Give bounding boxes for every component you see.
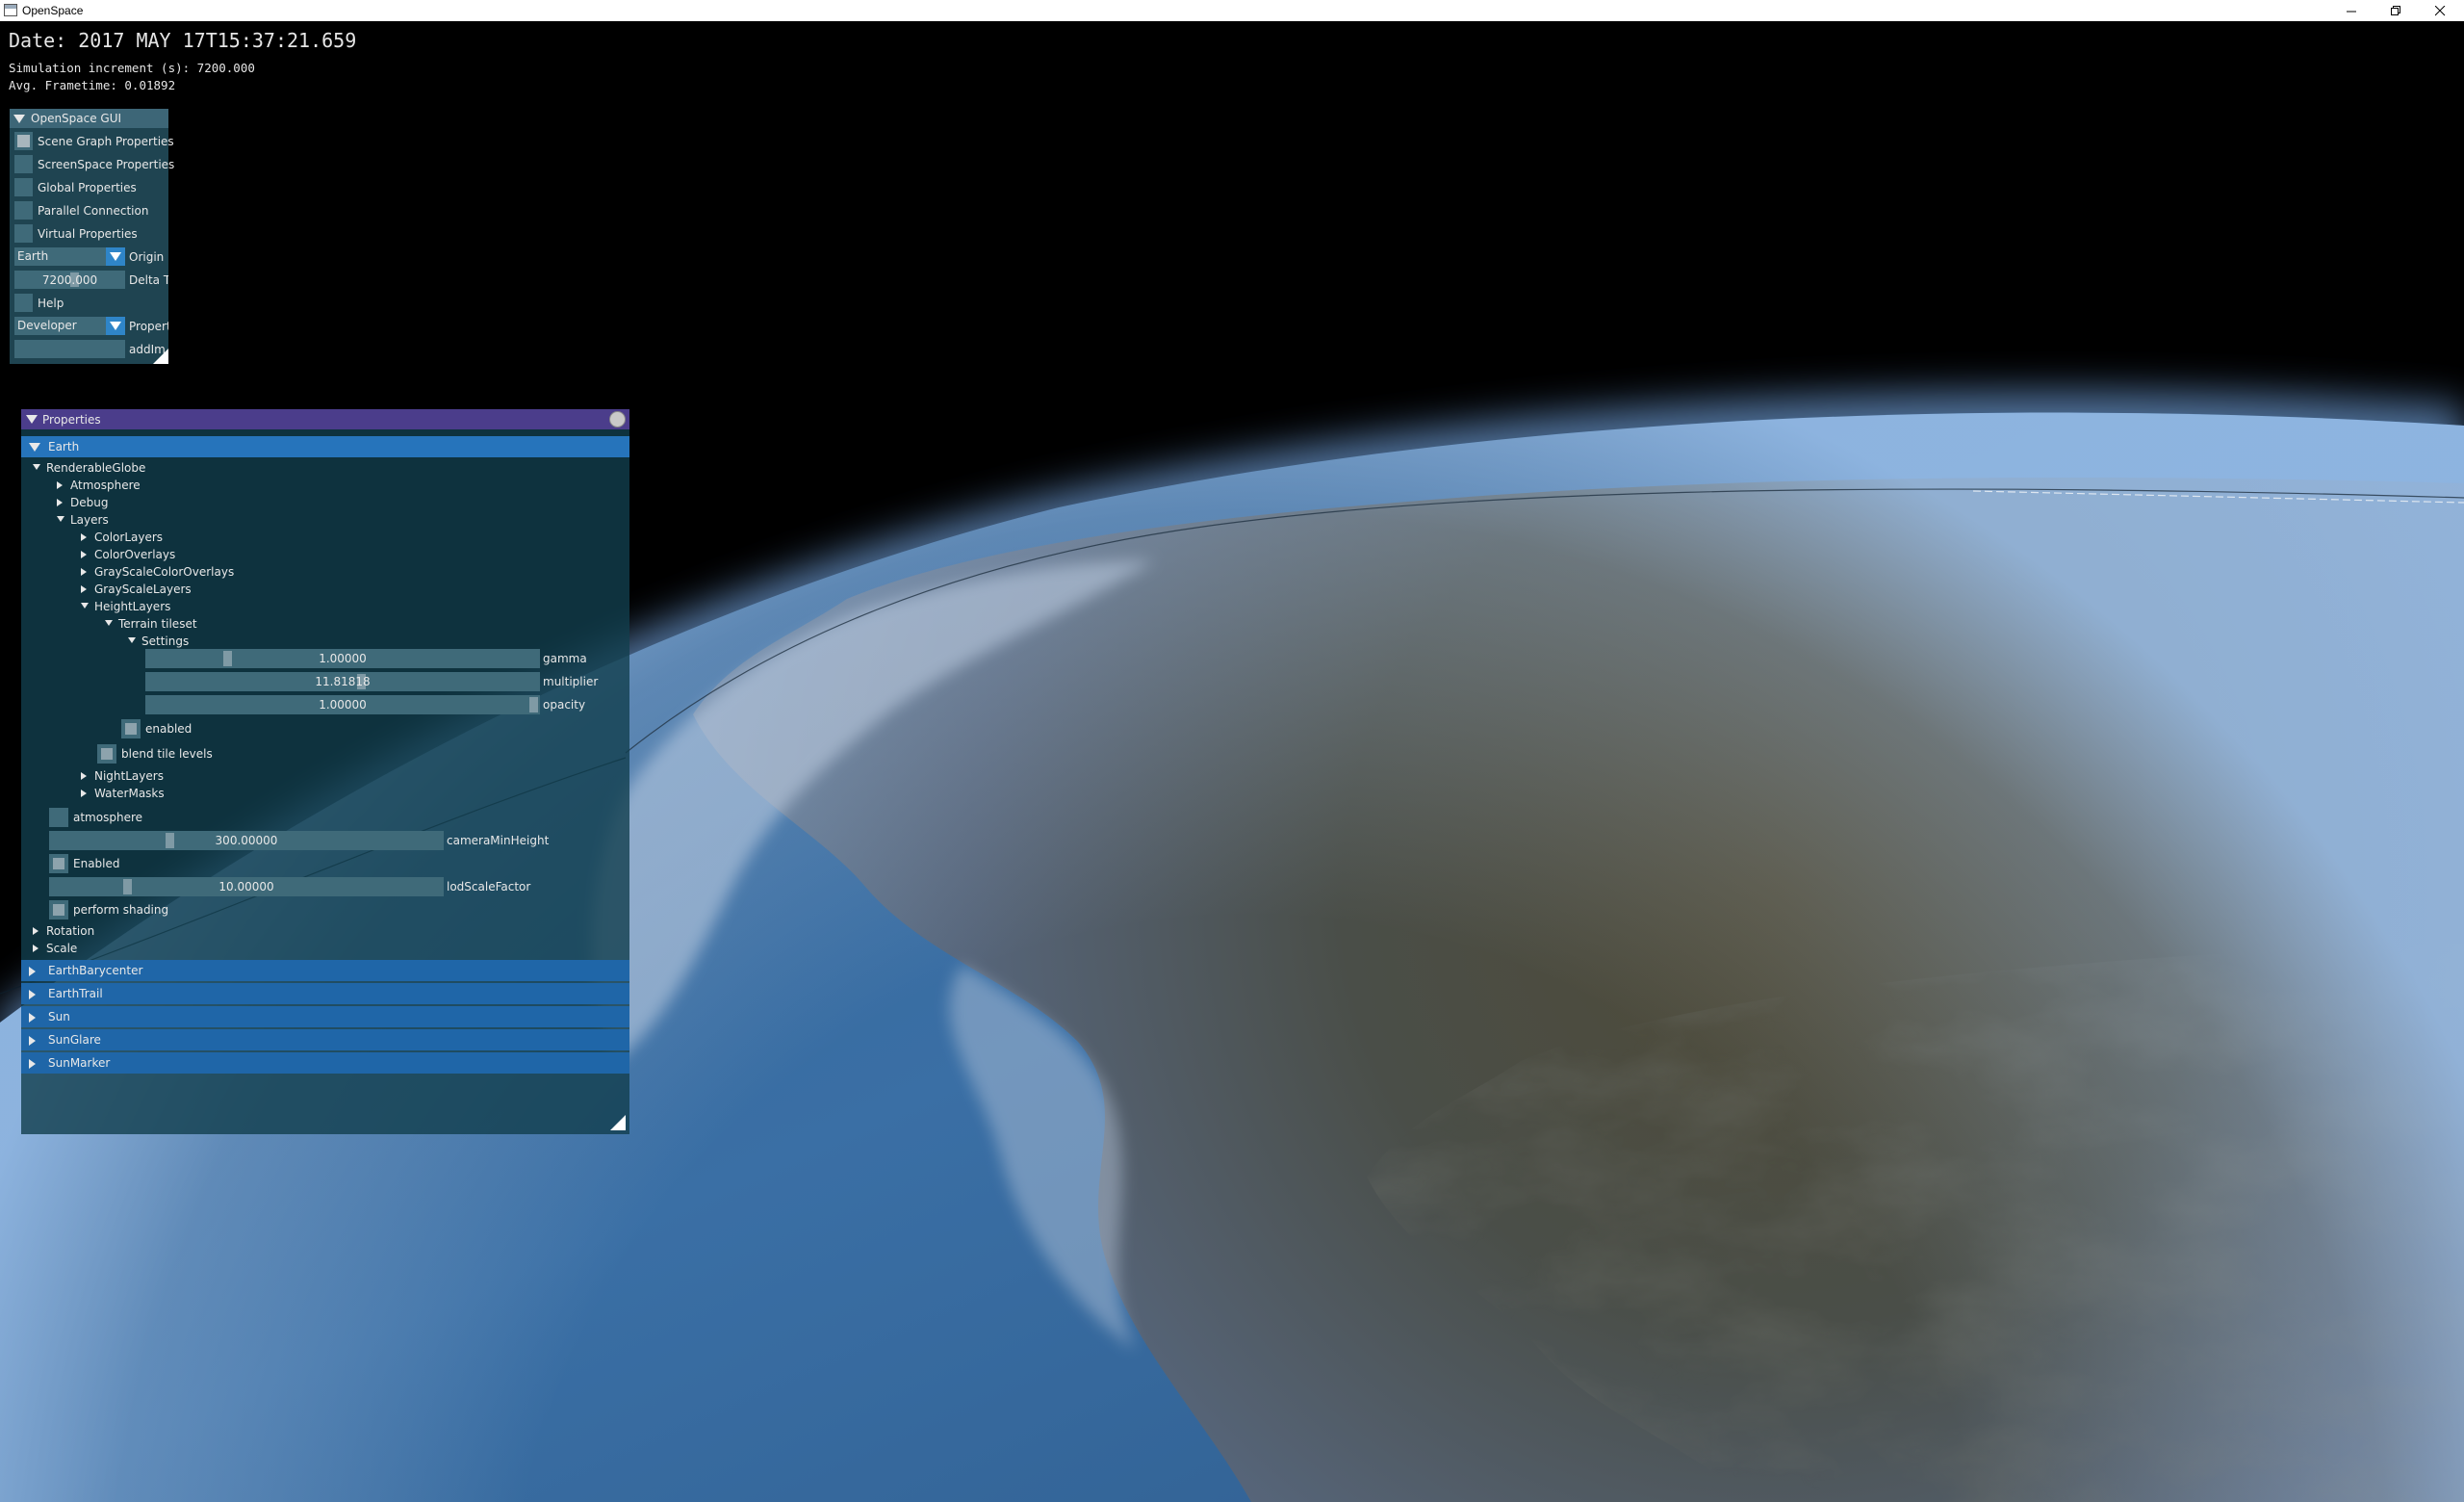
perform-shading-checkbox[interactable]: [49, 900, 68, 919]
global-properties-toggle[interactable]: Global Properties: [14, 178, 173, 197]
app-icon: [4, 4, 17, 16]
title-bar: OpenSpace: [0, 0, 2464, 21]
camera-min-height-slider[interactable]: 300.00000: [49, 831, 444, 850]
virtual-properties-toggle[interactable]: Virtual Properties: [14, 224, 173, 244]
perform-shading-label: perform shading: [73, 903, 169, 917]
avg-frametime: Avg. Frametime: 0.01892: [9, 78, 176, 92]
scene-graph-properties-checkbox[interactable]: [14, 132, 33, 150]
gamma-slider[interactable]: 1.00000: [145, 649, 540, 668]
collapsed-arrow-icon: [57, 481, 63, 489]
minimize-icon: [2346, 11, 2356, 12]
multiplier-slider[interactable]: 11.81818: [145, 672, 540, 691]
resize-grip[interactable]: [153, 349, 168, 364]
camera-min-height-label: cameraMinHeight: [447, 834, 550, 847]
screenspace-properties-toggle[interactable]: ScreenSpace Properties: [14, 155, 174, 174]
delta-time-slider[interactable]: 7200.000: [14, 271, 125, 289]
expand-arrow-icon: [105, 620, 113, 626]
collapsed-arrow-icon: [33, 945, 38, 952]
delta-time-label: Delta Tim: [129, 273, 168, 287]
header-sunmarker[interactable]: SunMarker: [21, 1052, 629, 1074]
expand-arrow-icon: [33, 464, 40, 470]
minimize-button[interactable]: [2329, 0, 2374, 21]
enabled-globe-label: Enabled: [73, 857, 120, 870]
dropdown-arrow-icon: [110, 252, 121, 261]
atmosphere-label: atmosphere: [73, 811, 142, 824]
help-checkbox[interactable]: [14, 294, 33, 312]
lod-scale-factor-slider[interactable]: 10.00000: [49, 877, 444, 896]
gamma-label: gamma: [543, 652, 587, 665]
enabled-checkbox[interactable]: [121, 719, 141, 738]
dropdown-arrow-icon: [110, 322, 121, 330]
expand-arrow-icon: [128, 637, 136, 643]
header-earth[interactable]: Earth: [21, 436, 629, 457]
expand-arrow-icon: [29, 443, 40, 452]
collapse-arrow-icon: [26, 415, 38, 424]
collapsed-arrow-icon: [81, 772, 87, 780]
expand-arrow-icon: [81, 603, 89, 609]
close-panel-button[interactable]: [609, 411, 626, 427]
screenspace-properties-checkbox[interactable]: [14, 155, 33, 173]
parallel-connection-toggle[interactable]: Parallel Connection: [14, 201, 173, 220]
enabled-label: enabled: [145, 722, 192, 736]
collapsed-arrow-icon: [81, 568, 87, 576]
header-sunglare[interactable]: SunGlare: [21, 1029, 629, 1050]
collapsed-arrow-icon: [81, 790, 87, 797]
properties-panel: Properties Earth RenderableGlobe Atmosph…: [21, 409, 629, 1134]
collapsed-arrow-icon: [29, 1036, 36, 1046]
collapsed-arrow-icon: [29, 1059, 36, 1069]
origin-label: Origin: [129, 250, 165, 264]
properties-title-bar[interactable]: Properties: [21, 409, 629, 429]
collapsed-arrow-icon: [29, 990, 36, 999]
enabled-globe-checkbox[interactable]: [49, 854, 68, 873]
scene-graph-properties-toggle[interactable]: Scene Graph Properties: [14, 132, 174, 151]
multiplier-label: multiplier: [543, 675, 599, 688]
header-earthbarycenter[interactable]: EarthBarycenter: [21, 960, 629, 981]
global-properties-checkbox[interactable]: [14, 178, 33, 196]
openspace-gui-title: OpenSpace GUI: [31, 112, 122, 125]
parallel-connection-checkbox[interactable]: [14, 201, 33, 220]
header-earthtrail[interactable]: EarthTrail: [21, 983, 629, 1004]
resize-grip[interactable]: [610, 1115, 626, 1130]
opacity-label: opacity: [543, 698, 586, 712]
add-image-input[interactable]: [14, 340, 125, 358]
properties-title: Properties: [42, 413, 101, 427]
collapsed-arrow-icon: [57, 499, 63, 506]
virtual-properties-checkbox[interactable]: [14, 224, 33, 243]
collapsed-arrow-icon: [29, 1013, 36, 1023]
blend-tile-levels-checkbox[interactable]: [97, 744, 116, 764]
restore-icon: [2390, 5, 2400, 15]
simulation-increment: Simulation increment (s): 7200.000: [9, 61, 255, 75]
origin-dropdown[interactable]: Earth: [14, 247, 125, 266]
openspace-window: OpenSpace Date: 2017 MAY 17T15:37:21.659…: [0, 0, 2464, 1502]
collapsed-arrow-icon: [81, 585, 87, 593]
restore-button[interactable]: [2374, 0, 2418, 21]
expand-arrow-icon: [57, 516, 64, 522]
collapsed-arrow-icon: [81, 533, 87, 541]
opacity-slider[interactable]: 1.00000: [145, 695, 540, 714]
close-icon: [2434, 5, 2445, 15]
atmosphere-checkbox[interactable]: [49, 808, 68, 827]
openspace-gui-header[interactable]: OpenSpace GUI: [10, 109, 168, 128]
property-visibility-label: Property: [129, 320, 168, 333]
blend-tile-levels-label: blend tile levels: [121, 747, 213, 761]
close-button[interactable]: [2418, 0, 2462, 21]
collapsed-arrow-icon: [29, 967, 36, 976]
openspace-gui-panel: OpenSpace GUI Scene Graph Properties Scr…: [10, 109, 174, 364]
collapse-arrow-icon: [13, 115, 25, 123]
property-visibility-dropdown[interactable]: Developer: [14, 317, 125, 335]
window-title: OpenSpace: [22, 4, 84, 17]
help-toggle[interactable]: Help: [14, 294, 173, 313]
header-sun[interactable]: Sun: [21, 1006, 629, 1027]
collapsed-arrow-icon: [33, 927, 38, 935]
simulation-date: Date: 2017 MAY 17T15:37:21.659: [9, 29, 357, 52]
collapsed-arrow-icon: [81, 551, 87, 558]
lod-scale-factor-label: lodScaleFactor: [447, 880, 531, 893]
